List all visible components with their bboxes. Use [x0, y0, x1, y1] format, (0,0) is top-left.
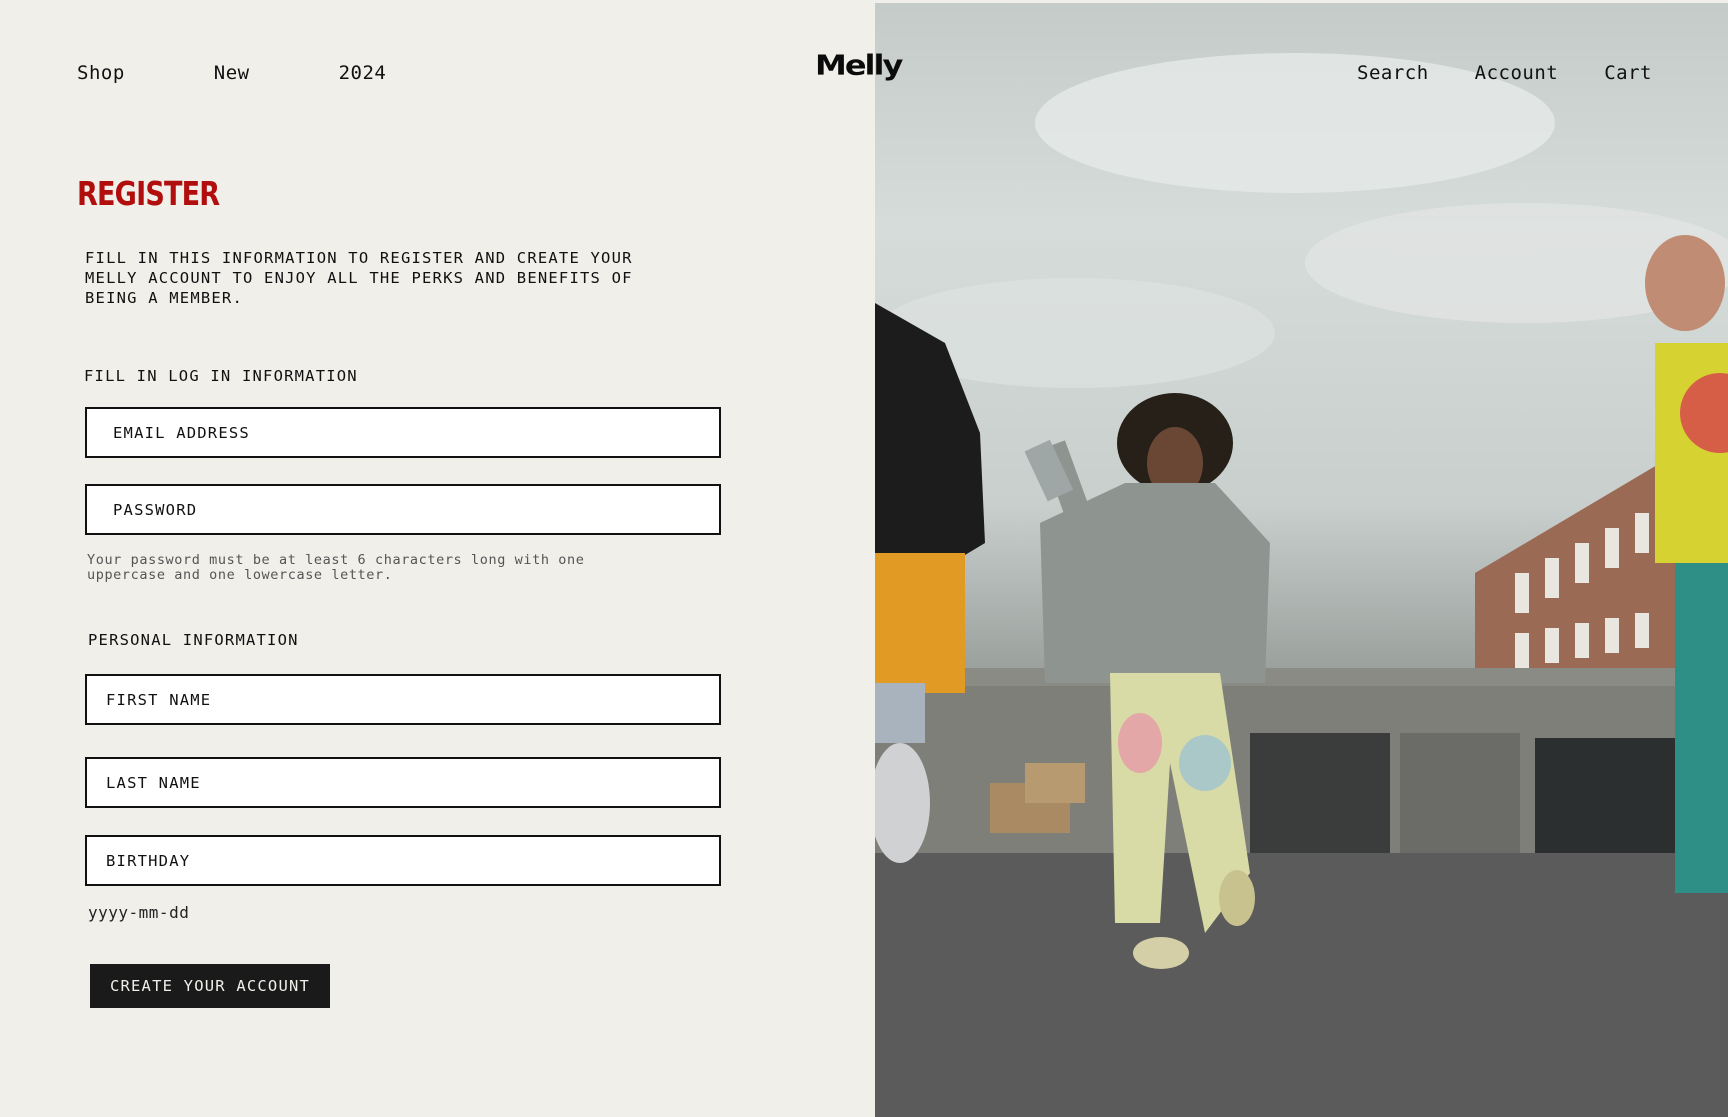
hero-photo — [875, 3, 1728, 1117]
last-name-field — [85, 757, 721, 808]
nav-cart-link[interactable]: Cart — [1604, 62, 1652, 84]
birthday-format-hint: yyyy-mm-dd — [88, 903, 190, 922]
nav-search-link[interactable]: Search — [1357, 62, 1429, 84]
nav-shop-link[interactable]: Shop — [77, 62, 125, 84]
email-field — [85, 407, 721, 458]
brand-logo[interactable]: Melly — [815, 49, 903, 81]
birthday-input[interactable] — [87, 837, 719, 884]
page-title: REGISTER — [77, 174, 220, 213]
register-intro-text: FILL IN THIS INFORMATION TO REGISTER AND… — [85, 249, 633, 307]
first-name-input[interactable] — [87, 676, 719, 723]
hero-photo-illustration — [875, 53, 1728, 1117]
personal-section-label: PERSONAL INFORMATION — [88, 631, 299, 649]
last-name-input[interactable] — [87, 759, 719, 806]
password-field — [85, 484, 721, 535]
password-input[interactable] — [87, 486, 719, 533]
login-section-label: FILL IN LOG IN INFORMATION — [84, 367, 358, 385]
email-input[interactable] — [87, 409, 719, 456]
primary-nav: Shop New 2024 — [77, 62, 475, 84]
utility-nav: Search Account Cart — [1311, 62, 1652, 84]
nav-2024-link[interactable]: 2024 — [339, 62, 387, 84]
password-hint: Your password must be at least 6 charact… — [87, 552, 585, 583]
create-account-button[interactable]: CREATE YOUR ACCOUNT — [90, 964, 330, 1008]
nav-account-link[interactable]: Account — [1475, 62, 1559, 84]
first-name-field — [85, 674, 721, 725]
nav-new-link[interactable]: New — [214, 62, 250, 84]
register-page: Shop New 2024 Melly Search Account Cart … — [0, 0, 1728, 1117]
birthday-field — [85, 835, 721, 886]
